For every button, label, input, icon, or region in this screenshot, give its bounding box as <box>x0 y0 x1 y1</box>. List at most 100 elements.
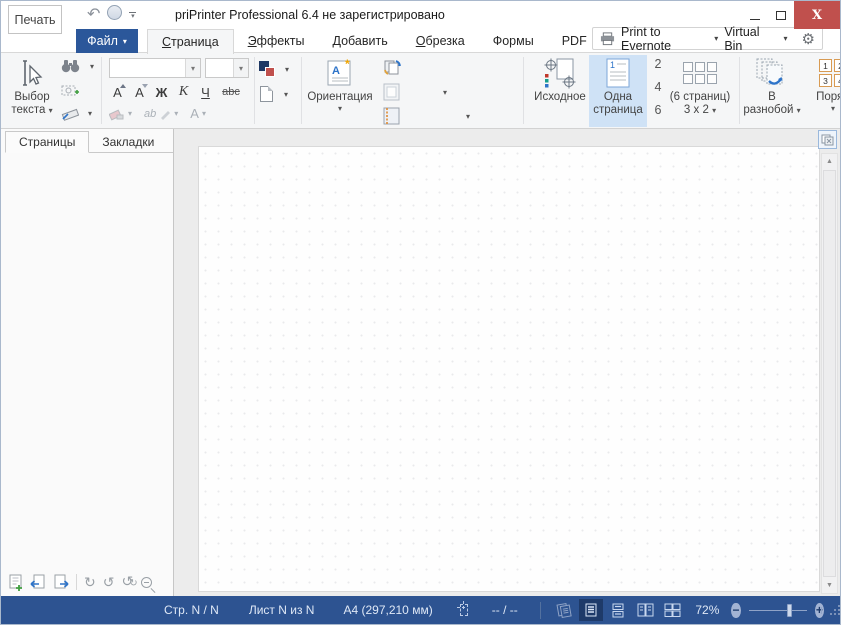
view-continuous-button[interactable] <box>606 599 630 621</box>
margins-button[interactable]: ▾ <box>383 83 447 101</box>
registration-marks-icon <box>543 55 577 91</box>
color-swatch-icon <box>259 61 275 77</box>
grow-font-button[interactable]: А <box>107 82 128 102</box>
measure-button[interactable]: ▾ <box>61 106 92 121</box>
view-mode-buttons <box>552 599 684 621</box>
resize-grip[interactable] <box>834 605 840 615</box>
tab-crop[interactable]: Обрезка <box>402 29 479 53</box>
select-text-button[interactable]: Выбор текста ▾ <box>5 55 59 127</box>
window-title: priPrinter Professional 6.4 не зарегистр… <box>175 8 445 22</box>
move-page-left-icon[interactable] <box>30 574 46 590</box>
printer-dropdown-icon[interactable]: ▾ <box>714 34 718 43</box>
rotate-all-icon[interactable]: ↺↻ <box>121 574 133 591</box>
chevron-down-icon[interactable]: ▾ <box>174 109 178 118</box>
original-layout-button[interactable]: Исходное <box>533 55 587 127</box>
add-page-icon[interactable] <box>8 574 23 591</box>
vertical-scrollbar[interactable]: ▲ ▼ <box>821 153 838 594</box>
italic-button[interactable]: K <box>173 82 194 102</box>
svg-text:A: A <box>332 65 340 77</box>
view-single-page-button[interactable] <box>579 599 603 621</box>
tab-add[interactable]: Добавить <box>319 29 402 53</box>
chevron-down-icon[interactable]: ▾ <box>202 109 206 118</box>
six-pages-layout-button[interactable]: (6 страниц) 3 x 2 ▾ <box>665 55 735 127</box>
font-color-button[interactable]: A <box>190 106 199 121</box>
binding-button[interactable]: ▾ <box>383 107 470 125</box>
sheet-counter: Лист N из N <box>249 603 315 617</box>
six-pages-button[interactable]: 6 <box>651 103 665 117</box>
rotate-cw-icon[interactable]: ↻ <box>84 575 96 589</box>
zoom-out-page-icon[interactable] <box>141 577 152 588</box>
page-order-button[interactable]: 1 2 3 4 Поряд ▾ <box>805 55 840 127</box>
gear-icon[interactable]: ⚙ <box>802 30 815 48</box>
tab-page[interactable]: Страница <box>147 29 234 54</box>
two-pages-button[interactable]: 2 <box>651 57 665 71</box>
chevron-down-icon: ▾ <box>49 106 53 115</box>
customize-qat-icon[interactable]: ▾ <box>129 12 136 19</box>
bold-button[interactable]: Ж <box>151 82 172 102</box>
four-pages-button[interactable]: 4 <box>651 80 665 94</box>
preview-area: ▲ ▼ <box>175 129 840 596</box>
view-thumbnails-button[interactable] <box>660 599 684 621</box>
undo-icon[interactable]: ↶ <box>87 7 100 23</box>
binoculars-icon <box>61 59 80 73</box>
margins-icon <box>383 83 400 101</box>
eraser-icon[interactable] <box>109 107 125 121</box>
tab-bookmarks-panel[interactable]: Закладки <box>89 131 167 153</box>
pen-icon <box>159 108 171 120</box>
strikethrough-button[interactable]: abc <box>217 82 245 102</box>
minimize-button[interactable] <box>742 1 768 29</box>
group-divider <box>739 57 740 124</box>
view-facing-pages-button[interactable] <box>633 599 657 621</box>
scroll-up-icon[interactable]: ▲ <box>822 154 837 169</box>
chevron-down-icon[interactable]: ▾ <box>185 59 200 77</box>
view-overview-button[interactable] <box>552 599 576 621</box>
stacked-pages-icon <box>556 603 572 618</box>
shrink-font-button[interactable]: А <box>129 82 150 102</box>
status-bar: Стр. N / N Лист N из N A4 (297,210 мм) -… <box>1 596 840 624</box>
print-preview-button[interactable]: Печать <box>8 5 62 34</box>
zoom-in-button[interactable]: + <box>815 603 824 618</box>
zoom-out-button[interactable]: − <box>731 603 740 618</box>
one-page-button[interactable]: 1 Одна страница <box>589 55 647 127</box>
zoom-slider-thumb[interactable] <box>787 604 792 617</box>
tab-effects[interactable]: Эффекты <box>234 29 319 53</box>
scrollbar-thumb[interactable] <box>823 170 836 577</box>
font-size-combobox[interactable]: ▾ <box>205 58 249 78</box>
file-menu-button[interactable]: Файл ▾ <box>76 29 138 53</box>
facing-pages-icon <box>637 603 654 617</box>
reflow-pages-button[interactable] <box>383 59 402 76</box>
font-name-combobox[interactable]: ▾ <box>109 58 201 78</box>
maximize-button[interactable] <box>768 1 794 29</box>
chevron-down-icon: ▾ <box>90 62 94 71</box>
snapshot-button[interactable] <box>61 83 79 97</box>
scroll-down-icon[interactable]: ▼ <box>822 578 837 593</box>
find-button[interactable]: ▾ <box>61 59 94 73</box>
pages-refresh-icon <box>383 59 402 76</box>
chevron-down-icon[interactable]: ▾ <box>128 109 132 118</box>
quick-access-circle-icon[interactable] <box>107 5 122 25</box>
orientation-icon: A * <box>324 55 356 91</box>
orientation-button[interactable]: A * Ориентация ▾ <box>305 55 375 127</box>
svg-text:1: 1 <box>610 60 615 70</box>
shuffle-button[interactable]: В разнобой ▾ <box>743 55 801 127</box>
printer-selector[interactable]: Print to Evernote <box>621 25 708 53</box>
bin-dropdown-icon[interactable]: ▾ <box>784 34 788 43</box>
page-color-button[interactable]: ▾ <box>259 61 289 77</box>
highlight-button[interactable]: ab <box>144 108 156 120</box>
app-window: Печать ↶ ▾ priPrinter Professional 6.4 н… <box>0 0 841 625</box>
printer-icon <box>600 32 615 46</box>
float-panel-button[interactable] <box>818 130 837 149</box>
underline-button[interactable]: Ч <box>195 82 216 102</box>
zoom-slider[interactable] <box>749 604 807 617</box>
chevron-down-icon: ▾ <box>443 88 447 97</box>
tab-forms[interactable]: Формы <box>479 29 548 53</box>
chevron-down-icon[interactable]: ▾ <box>233 59 248 77</box>
rotate-ccw-icon[interactable]: ↺ <box>103 575 115 589</box>
close-button[interactable]: X <box>794 1 840 29</box>
ribbon-tabs: Страница Эффекты Добавить Обрезка Формы … <box>147 29 651 53</box>
blank-page-button[interactable]: ▾ <box>260 86 288 102</box>
tab-pages-panel[interactable]: Страницы <box>5 131 89 153</box>
thumbnail-grid-icon <box>664 603 681 617</box>
move-page-right-icon[interactable] <box>53 574 69 590</box>
document-page[interactable] <box>198 146 820 592</box>
